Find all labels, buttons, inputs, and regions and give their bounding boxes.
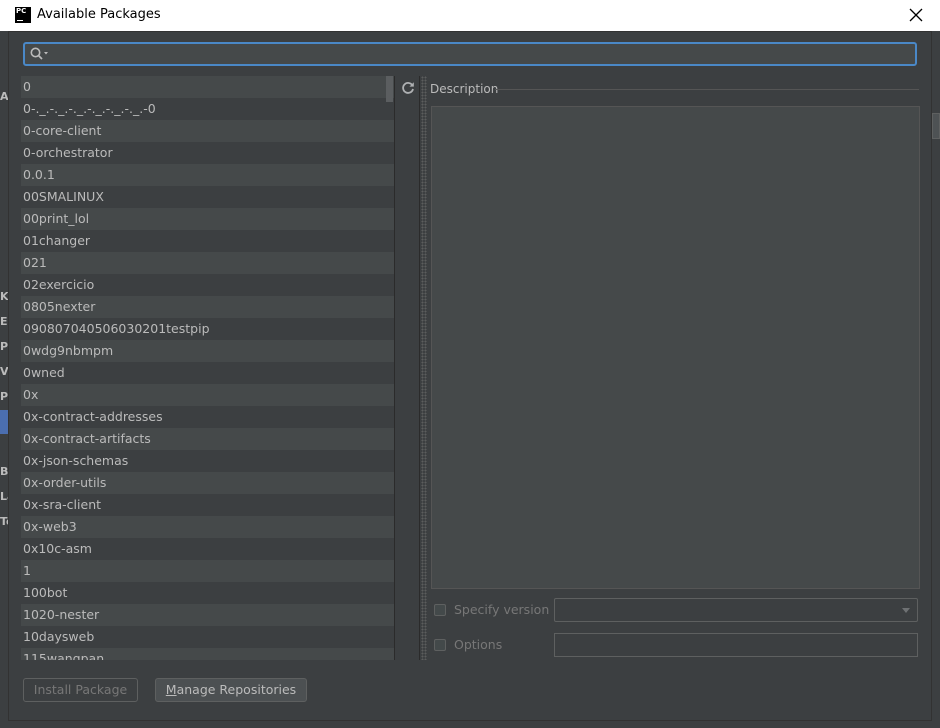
package-list-item[interactable]: 0805nexter — [21, 296, 395, 318]
search-field[interactable] — [23, 42, 917, 66]
manage-repositories-button[interactable]: Manage Repositories — [155, 678, 307, 702]
package-list-item[interactable]: 0x10c-asm — [21, 538, 395, 560]
list-toolbar — [396, 76, 420, 660]
package-list-item[interactable]: 10daysweb — [21, 626, 395, 648]
package-list-item[interactable]: 0-orchestrator — [21, 142, 395, 164]
options-field[interactable] — [554, 633, 918, 657]
package-list-item[interactable]: 0x-web3 — [21, 516, 395, 538]
package-list-item[interactable]: 0wdg9nbmpm — [21, 340, 395, 362]
package-list-item[interactable]: 0wned — [21, 362, 395, 384]
search-icon[interactable] — [29, 46, 49, 62]
package-list-item[interactable]: 0-._.-._.-._.-._.-._.-._.-0 — [21, 98, 395, 120]
specify-version-label: Specify version — [454, 602, 550, 617]
splitter-handle[interactable] — [421, 76, 427, 660]
package-list[interactable]: 0 0-._.-._.-._.-._.-._.-._.-0 0-core-clien… — [21, 76, 395, 660]
title-bar: PC Available Packages — [0, 0, 940, 32]
package-list-item[interactable]: 090807040506030201testpip — [21, 318, 395, 340]
package-list-item[interactable]: 0x — [21, 384, 395, 406]
package-list-item[interactable]: 0x-order-utils — [21, 472, 395, 494]
package-list-item[interactable]: 0 — [21, 76, 395, 98]
package-list-item[interactable]: 0x-contract-artifacts — [21, 428, 395, 450]
package-list-item[interactable]: 0x-json-schemas — [21, 450, 395, 472]
available-packages-dialog: 0 0-._.-._.-._.-._.-._.-._.-0 0-core-clien… — [8, 31, 932, 721]
package-list-item[interactable]: 021 — [21, 252, 395, 274]
window-title: Available Packages — [37, 7, 161, 22]
version-dropdown[interactable] — [554, 598, 918, 622]
options-label: Options — [454, 637, 503, 652]
package-list-item[interactable]: 0x-sra-client — [21, 494, 395, 516]
package-list-item[interactable]: 1020-nester — [21, 604, 395, 626]
description-panel — [431, 106, 920, 589]
scrollbar-thumb[interactable] — [386, 76, 393, 102]
package-list-item[interactable]: 1 — [21, 560, 395, 582]
refresh-icon[interactable] — [400, 80, 416, 96]
close-icon — [909, 8, 923, 22]
install-package-button[interactable]: Install Package — [23, 678, 138, 702]
package-list-item[interactable]: 115wangpan — [21, 648, 395, 660]
mnemonic-letter: M — [165, 682, 177, 697]
package-list-item[interactable]: 00print_lol — [21, 208, 395, 230]
package-list-item[interactable]: 01changer — [21, 230, 395, 252]
background-window-left — [0, 31, 8, 728]
package-list-item[interactable]: 00SMALINUX — [21, 186, 395, 208]
search-input[interactable] — [51, 46, 915, 64]
package-list-item[interactable]: 0x-contract-addresses — [21, 406, 395, 428]
manage-repositories-label: anage Repositories — [176, 682, 297, 697]
package-list-item[interactable]: 100bot — [21, 582, 395, 604]
options-checkbox[interactable] — [434, 639, 446, 651]
description-separator — [495, 89, 919, 90]
package-list-scrollbar[interactable] — [385, 76, 395, 660]
package-list-item[interactable]: 0-core-client — [21, 120, 395, 142]
close-button[interactable] — [906, 5, 926, 25]
chevron-down-icon — [902, 608, 910, 613]
pycharm-app-icon: PC — [15, 7, 31, 23]
background-widget — [932, 113, 940, 139]
specify-version-checkbox[interactable] — [434, 604, 446, 616]
background-selection — [0, 410, 8, 434]
package-list-item[interactable]: 0.0.1 — [21, 164, 395, 186]
package-list-item[interactable]: 02exercicio — [21, 274, 395, 296]
description-label: Description — [430, 82, 499, 96]
